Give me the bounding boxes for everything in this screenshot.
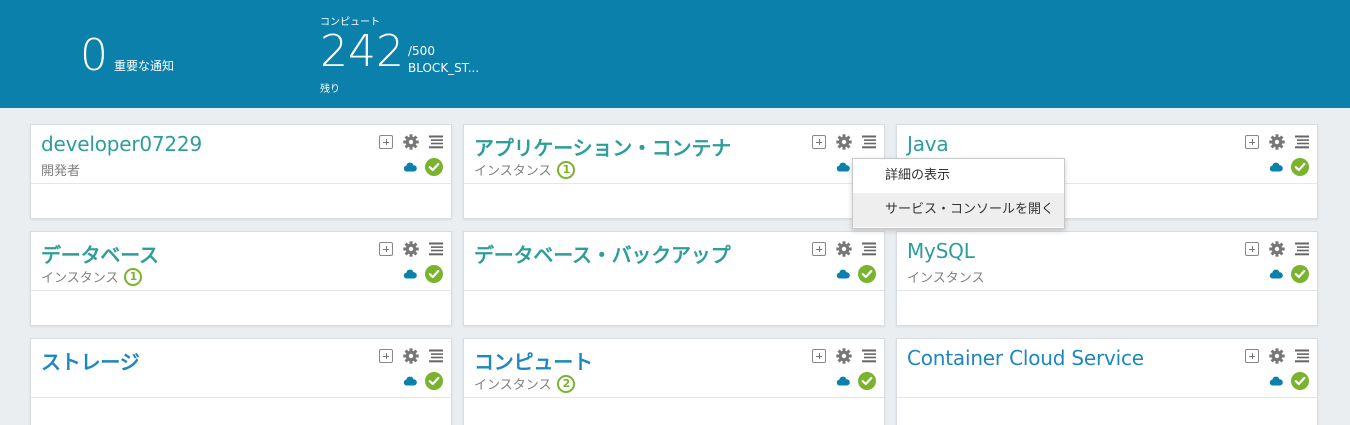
menu-icon[interactable] <box>1295 349 1309 363</box>
instance-count[interactable]: 1 <box>124 267 143 286</box>
card-title[interactable]: ストレージ <box>41 346 140 375</box>
card-subtitle-label: インスタンス <box>907 271 985 286</box>
critical-alerts[interactable]: 0 重要な通知 <box>80 30 174 80</box>
menu-icon[interactable] <box>862 135 876 149</box>
service-menu-dropdown: 詳細の表示 サービス・コンソールを開く <box>852 158 1065 229</box>
check-circle-icon <box>1291 265 1309 283</box>
compute-remaining-label: 残り <box>320 84 340 95</box>
check-circle-icon <box>1291 158 1309 176</box>
card-title[interactable]: コンピュート <box>474 346 593 375</box>
card-title[interactable]: Java <box>907 132 949 156</box>
gear-icon[interactable] <box>1269 241 1285 257</box>
check-circle-icon <box>858 265 876 283</box>
card-subtitle-label: インスタンス <box>41 271 119 286</box>
gear-icon[interactable] <box>403 241 419 257</box>
card-container-cloud-service: Container Cloud Service <box>896 338 1318 425</box>
alerts-count: 0 <box>80 30 108 81</box>
cloud-icon <box>836 162 850 172</box>
cloud-icon <box>836 269 850 279</box>
cloud-icon <box>836 376 850 386</box>
compute-value[interactable]: 242 <box>320 28 404 76</box>
card-subtitle-label: 開発者 <box>41 164 81 179</box>
add-icon[interactable] <box>1245 349 1259 363</box>
add-icon[interactable] <box>812 135 826 149</box>
card-subtitle: インスタンス 1 <box>41 267 143 286</box>
menu-icon[interactable] <box>1295 135 1309 149</box>
instance-count[interactable]: 1 <box>557 160 576 179</box>
gear-icon[interactable] <box>836 134 852 150</box>
card-subtitle: インスタンス 1 <box>474 160 576 179</box>
card-title[interactable]: データベース・バックアップ <box>474 239 731 268</box>
cloud-icon <box>403 269 417 279</box>
card-subtitle-label: インスタンス <box>474 378 552 393</box>
gear-icon[interactable] <box>1269 134 1285 150</box>
check-circle-icon <box>858 372 876 390</box>
card-title[interactable]: MySQL <box>907 239 975 263</box>
card-database-backup: データベース・バックアップ <box>463 231 885 326</box>
menu-icon[interactable] <box>429 349 443 363</box>
add-icon[interactable] <box>379 349 393 363</box>
gear-icon[interactable] <box>836 241 852 257</box>
cloud-icon <box>1269 376 1283 386</box>
card-account: developer07229 開発者 <box>30 124 452 219</box>
gear-icon[interactable] <box>403 348 419 364</box>
menu-icon[interactable] <box>429 135 443 149</box>
cloud-icon <box>403 162 417 172</box>
card-title[interactable]: データベース <box>41 239 159 268</box>
gear-icon[interactable] <box>836 348 852 364</box>
check-circle-icon <box>1291 372 1309 390</box>
menu-item-view-details[interactable]: 詳細の表示 <box>853 159 1064 193</box>
dashboard-header: 0 重要な通知 コンピュート 242 /500 BLOCK_ST... 残り <box>0 0 1350 108</box>
menu-icon[interactable] <box>862 242 876 256</box>
gear-icon[interactable] <box>403 134 419 150</box>
card-storage: ストレージ <box>30 338 452 425</box>
add-icon[interactable] <box>812 349 826 363</box>
card-title[interactable]: Container Cloud Service <box>907 346 1144 370</box>
menu-item-open-service-console[interactable]: サービス・コンソールを開く <box>853 193 1064 227</box>
menu-icon[interactable] <box>862 349 876 363</box>
add-icon[interactable] <box>379 135 393 149</box>
gear-icon[interactable] <box>1269 348 1285 364</box>
card-database: データベース インスタンス 1 <box>30 231 452 326</box>
compute-service: BLOCK_ST... <box>408 61 480 75</box>
card-subtitle: インスタンス <box>907 267 984 286</box>
check-circle-icon <box>425 372 443 390</box>
card-title[interactable]: アプリケーション・コンテナ <box>474 132 731 161</box>
add-icon[interactable] <box>1245 135 1259 149</box>
add-icon[interactable] <box>379 242 393 256</box>
card-application-container: アプリケーション・コンテナ インスタンス 1 <box>463 124 885 219</box>
cloud-icon <box>1269 162 1283 172</box>
cloud-icon <box>1269 269 1283 279</box>
card-title[interactable]: developer07229 <box>41 132 202 156</box>
card-subtitle-label: インスタンス <box>474 164 552 179</box>
menu-icon[interactable] <box>1295 242 1309 256</box>
card-mysql: MySQL インスタンス <box>896 231 1318 326</box>
menu-icon[interactable] <box>429 242 443 256</box>
alerts-label: 重要な通知 <box>114 59 175 73</box>
instance-count[interactable]: 2 <box>557 374 576 393</box>
card-subtitle: 開発者 <box>41 160 80 179</box>
compute-total: /500 <box>408 44 435 58</box>
check-circle-icon <box>425 158 443 176</box>
card-subtitle: インスタンス 2 <box>474 374 576 393</box>
add-icon[interactable] <box>1245 242 1259 256</box>
check-circle-icon <box>425 265 443 283</box>
card-compute: コンピュート インスタンス 2 <box>463 338 885 425</box>
add-icon[interactable] <box>812 242 826 256</box>
cloud-icon <box>403 376 417 386</box>
